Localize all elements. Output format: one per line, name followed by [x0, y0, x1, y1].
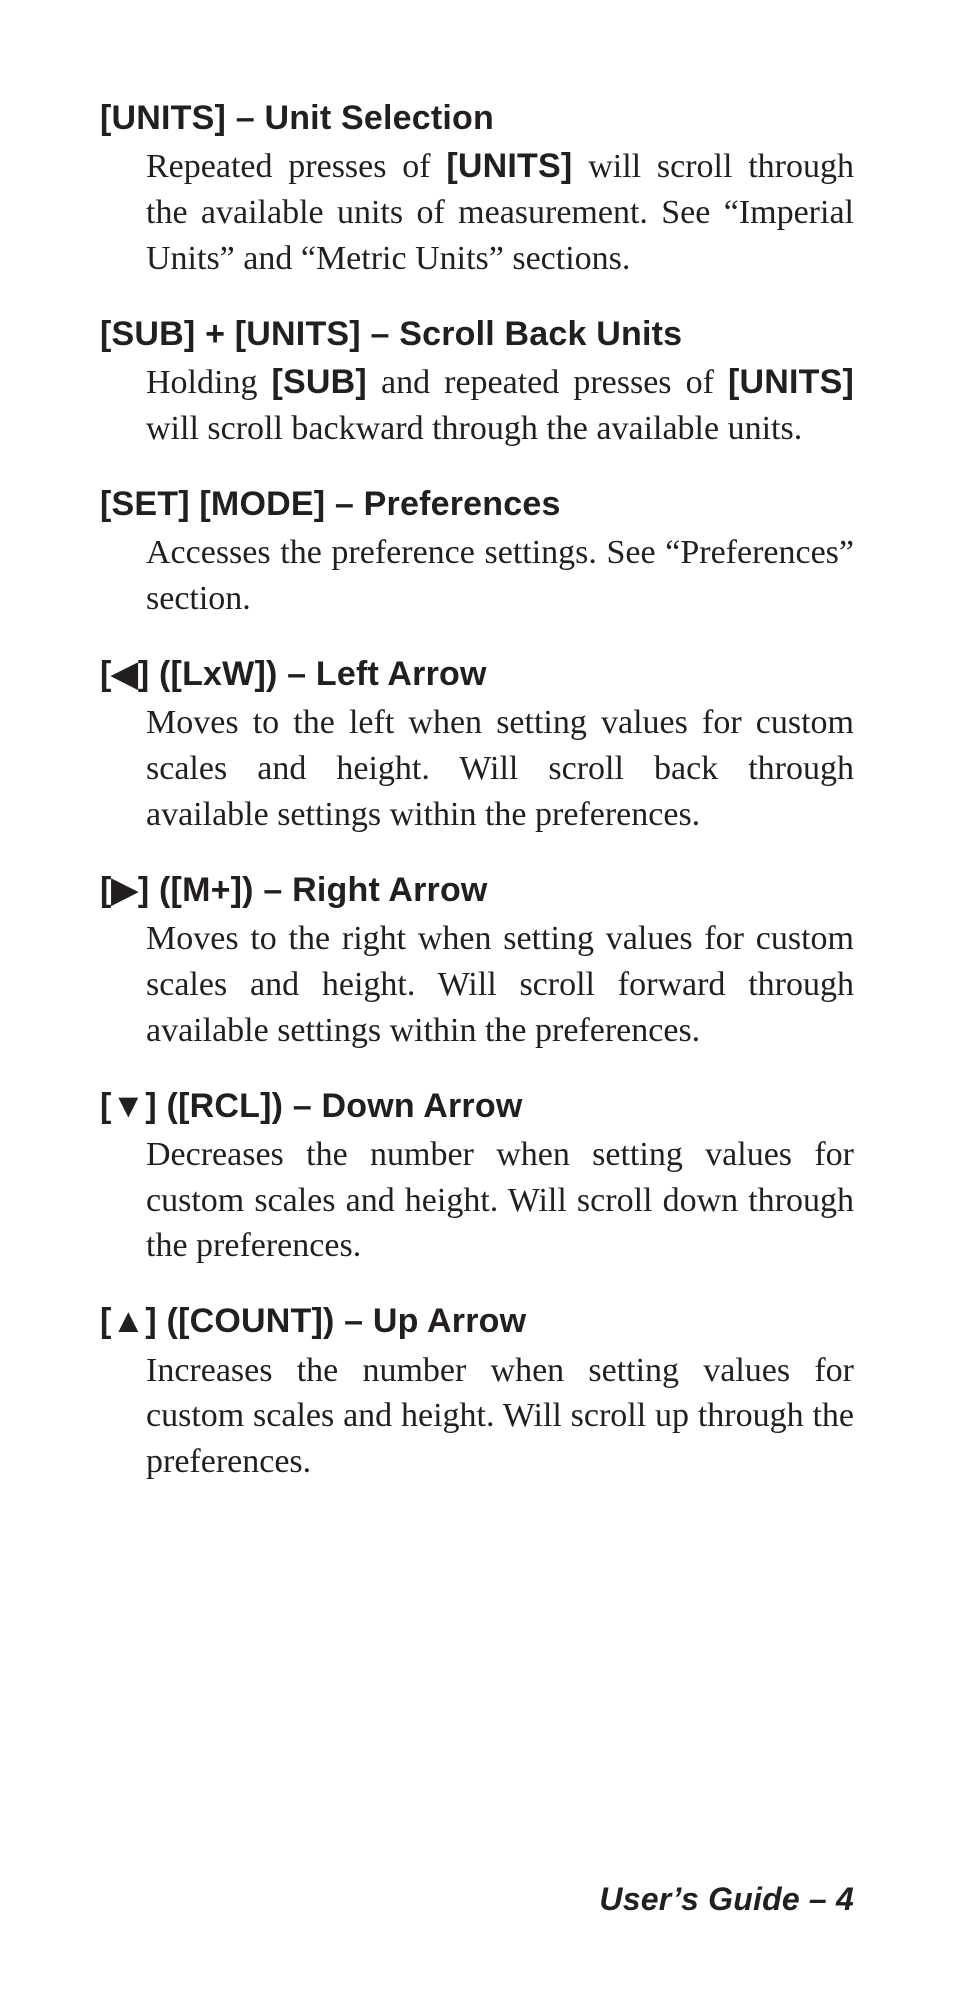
document-page: [UNITS] – Unit Selection Repeated presse… — [0, 0, 954, 2006]
entry-heading: [▶] ([M+]) – Right Arrow — [100, 868, 854, 912]
entry-heading: [SUB] + [UNITS] – Scroll Back Units — [100, 312, 854, 356]
entry-up-arrow: [▲] ([COUNT]) – Up Arrow Increases the n… — [100, 1299, 854, 1485]
entry-down-arrow: [▼] ([RCL]) – Down Arrow Decreases the n… — [100, 1084, 854, 1270]
entry-heading: [▼] ([RCL]) – Down Arrow — [100, 1084, 854, 1128]
entry-left-arrow: [◀] ([LxW]) – Left Arrow Moves to the le… — [100, 652, 854, 838]
entry-heading: [◀] ([LxW]) – Left Arrow — [100, 652, 854, 696]
entry-right-arrow: [▶] ([M+]) – Right Arrow Moves to the ri… — [100, 868, 854, 1054]
entry-heading: [▲] ([COUNT]) – Up Arrow — [100, 1299, 854, 1343]
entry-sub-units: [SUB] + [UNITS] – Scroll Back Units Hold… — [100, 312, 854, 452]
entry-heading: [SET] [MODE] – Preferences — [100, 482, 854, 526]
entry-body: Holding [SUB] and repeated presses of [U… — [146, 360, 854, 452]
entry-body: Moves to the left when setting values fo… — [146, 700, 854, 838]
entry-body: Decreases the number when setting values… — [146, 1132, 854, 1270]
entry-heading: [UNITS] – Unit Selection — [100, 96, 854, 140]
entry-body: Moves to the right when setting values f… — [146, 916, 854, 1054]
page-footer: User’s Guide – 4 — [599, 1881, 854, 1918]
entry-body: Repeated presses of [UNITS] will scroll … — [146, 144, 854, 282]
entry-units: [UNITS] – Unit Selection Repeated presse… — [100, 96, 854, 282]
entry-set-mode: [SET] [MODE] – Preferences Accesses the … — [100, 482, 854, 622]
entry-body: Increases the number when setting values… — [146, 1348, 854, 1486]
entry-body: Accesses the preference settings. See “P… — [146, 530, 854, 622]
